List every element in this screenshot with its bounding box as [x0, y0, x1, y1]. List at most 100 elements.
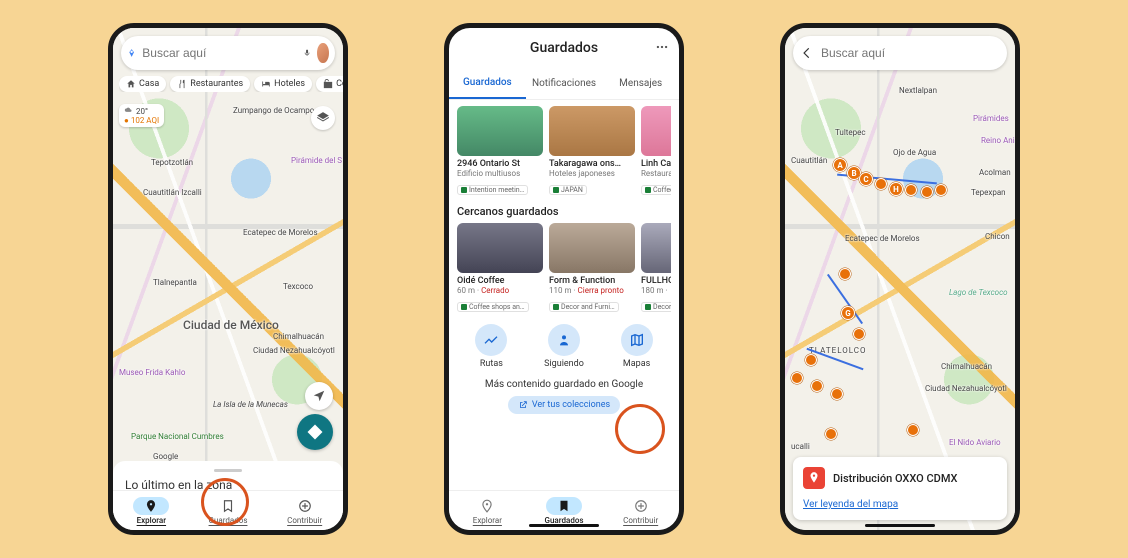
- map-label: Texcoco: [283, 282, 313, 291]
- pin-icon: [480, 499, 494, 513]
- map-label: Ecatepec de Morelos: [845, 234, 920, 243]
- chip-row: Casa Restaurantes Hoteles Compras: [119, 76, 343, 92]
- bookmark-icon: [221, 499, 235, 513]
- directions-button[interactable]: [297, 414, 333, 450]
- chip-restaurants[interactable]: Restaurantes: [170, 76, 250, 92]
- nav-saved[interactable]: Guardados: [190, 491, 267, 530]
- section-nearby: Cercanos guardados: [457, 205, 671, 218]
- nav-explore[interactable]: Explorar: [113, 491, 190, 530]
- map-label: Nextlalpan: [899, 86, 937, 95]
- place-card[interactable]: 2946 Ontario St Edificio multiusos Inten…: [457, 106, 543, 197]
- place-card[interactable]: FULLHOU… 180 m · Decor …: [641, 223, 671, 314]
- map-pin[interactable]: [935, 184, 947, 196]
- map-pin[interactable]: [853, 328, 865, 340]
- search-bar[interactable]: [121, 36, 335, 70]
- search-bar[interactable]: [793, 36, 1007, 70]
- map-label: Pirámide del S: [291, 156, 342, 165]
- place-card[interactable]: Oidé Coffee 60 m · Cerrado Coffee shops …: [457, 223, 543, 314]
- map-label-google: Google: [153, 452, 178, 461]
- map-pin[interactable]: [905, 184, 917, 196]
- map-label: La Isla de la Munecas: [213, 400, 288, 409]
- place-thumb: [457, 106, 543, 156]
- map-label: Parque Nacional Cumbres: [131, 432, 224, 441]
- weather-widget[interactable]: 20° ● 102 AQI: [119, 104, 164, 127]
- map-pin[interactable]: [791, 372, 803, 384]
- map-label: Ojo de Agua: [893, 148, 936, 157]
- nav-contribute[interactable]: Contribuir: [602, 491, 679, 530]
- quick-maps[interactable]: Mapas: [621, 324, 653, 369]
- place-card[interactable]: Takaragawa ons… Hoteles japoneses JAPAN: [549, 106, 635, 197]
- tabs: Guardados Notificaciones Mensajes: [449, 68, 679, 100]
- map-pin[interactable]: [825, 428, 837, 440]
- search-input[interactable]: [142, 46, 297, 60]
- map-label: Reino Animal: [981, 136, 1015, 145]
- home-indicator: [865, 524, 935, 527]
- map-pin[interactable]: [921, 186, 933, 198]
- chip-hotels[interactable]: Hoteles: [254, 76, 312, 92]
- map-label: Tultepec: [835, 128, 866, 137]
- mic-icon[interactable]: [303, 46, 311, 60]
- quick-row: Rutas Siguiendo Mapas: [457, 324, 671, 369]
- map-label: Zumpango de Ocampo: [233, 106, 314, 115]
- chip-home[interactable]: Casa: [119, 76, 166, 92]
- map-pin[interactable]: [907, 424, 919, 436]
- map-label: Lago de Texcoco: [949, 288, 1008, 297]
- place-thumb: [641, 106, 671, 156]
- saved-body: 2946 Ontario St Edificio multiusos Inten…: [449, 100, 679, 530]
- phone-mymap: Nextlalpan Tultepec Cuautitlán Ojo de Ag…: [780, 23, 1020, 535]
- place-thumb: [457, 223, 543, 273]
- map-label: Tlalnepantla: [153, 278, 197, 287]
- map-pin[interactable]: [875, 178, 887, 190]
- place-card[interactable]: Linh Café Restaurant… Coffee…: [641, 106, 671, 197]
- bookmark-icon: [557, 499, 571, 513]
- map-pin[interactable]: A: [833, 158, 847, 172]
- map-pin[interactable]: [839, 268, 851, 280]
- map-label-cdmx: Ciudad de México: [183, 318, 279, 332]
- nearby-row[interactable]: Oidé Coffee 60 m · Cerrado Coffee shops …: [457, 223, 671, 314]
- map-pin[interactable]: [831, 388, 843, 400]
- map-pin[interactable]: H: [889, 182, 903, 196]
- sheet-handle[interactable]: [214, 469, 242, 472]
- chip-shopping[interactable]: Compras: [316, 76, 343, 92]
- map-icon: [629, 332, 645, 348]
- map-pin[interactable]: C: [859, 172, 873, 186]
- map-label: Cuautitlán: [791, 156, 827, 165]
- map-pin-icon: [803, 467, 825, 489]
- map-label: Tepexpan: [971, 188, 1006, 197]
- tab-notifications[interactable]: Notificaciones: [526, 68, 603, 99]
- map-pin[interactable]: [811, 380, 823, 392]
- search-input[interactable]: [821, 46, 1001, 60]
- more-content-label: Más contenido guardado en Google: [457, 379, 671, 390]
- more-icon[interactable]: [655, 40, 669, 54]
- legend-link[interactable]: Ver leyenda del mapa: [803, 499, 997, 510]
- back-button[interactable]: [799, 45, 815, 61]
- phone-explore: Zumpango de Ocampo Tepotzotlán Cuautitlá…: [108, 23, 348, 535]
- map-pin[interactable]: [805, 354, 817, 366]
- location-arrow-icon: [312, 389, 326, 403]
- tab-messages[interactable]: Mensajes: [602, 68, 679, 99]
- quick-routes[interactable]: Rutas: [475, 324, 507, 369]
- map-label: Ecatepec de Morelos: [243, 228, 318, 237]
- map-label: Museo Frida Kahlo: [119, 368, 185, 377]
- google-logo-icon: [127, 45, 136, 61]
- place-card[interactable]: Form & Function 110 m · Cierra pronto De…: [549, 223, 635, 314]
- person-pin-icon: [556, 332, 572, 348]
- mymap-card[interactable]: Distribución OXXO CDMX Ver leyenda del m…: [793, 457, 1007, 520]
- layers-button[interactable]: [311, 106, 335, 130]
- screen-saved: Guardados Guardados Notificaciones Mensa…: [449, 28, 679, 530]
- directions-icon: [306, 423, 324, 441]
- avatar[interactable]: [317, 43, 329, 63]
- map-label: Ciudad Nezahualcóyotl: [253, 346, 335, 355]
- plus-circle-icon: [634, 499, 648, 513]
- map-label: Ciudad Nezahualcóyotl: [925, 384, 1007, 393]
- nav-contribute[interactable]: Contribuir: [266, 491, 343, 530]
- nav-explore[interactable]: Explorar: [449, 491, 526, 530]
- tab-saved[interactable]: Guardados: [449, 68, 526, 99]
- map-label: Tepotzotlán: [151, 158, 193, 167]
- map-pin[interactable]: G: [841, 306, 855, 320]
- place-thumb: [641, 223, 671, 273]
- my-location-button[interactable]: [305, 382, 333, 410]
- collections-button[interactable]: Ver tus colecciones: [508, 396, 620, 414]
- quick-following[interactable]: Siguiendo: [544, 324, 584, 369]
- recent-row[interactable]: 2946 Ontario St Edificio multiusos Inten…: [457, 106, 671, 197]
